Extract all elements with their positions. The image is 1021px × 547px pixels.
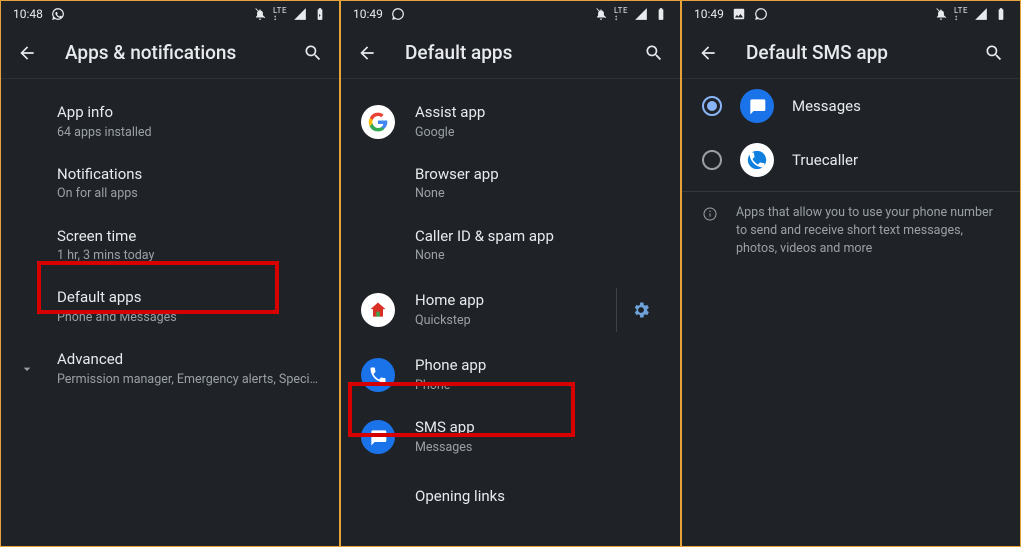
messages-icon xyxy=(740,89,774,123)
status-bar: 10:48 LTE↕ xyxy=(1,1,339,27)
pref-title: Caller ID & spam app xyxy=(415,227,664,247)
pref-summary: None xyxy=(415,186,664,202)
pref-summary: Quickstep xyxy=(415,313,616,329)
status-time: 10:48 xyxy=(13,7,43,21)
chevron-down-icon xyxy=(19,361,35,377)
option-label: Truecaller xyxy=(792,151,858,169)
pref-title: SMS app xyxy=(415,418,664,438)
status-time: 10:49 xyxy=(694,7,724,21)
dnd-icon xyxy=(253,7,267,21)
radio-option-truecaller[interactable]: Truecaller xyxy=(682,133,1020,187)
signal-icon xyxy=(634,7,648,21)
app-bar: Default SMS app xyxy=(682,27,1020,79)
app-bar: Default apps xyxy=(341,27,680,79)
pref-summary: On for all apps xyxy=(57,186,323,202)
search-button[interactable] xyxy=(982,41,1006,65)
battery-icon xyxy=(313,7,327,21)
page-title: Default SMS app xyxy=(746,41,982,64)
info-icon xyxy=(702,204,718,258)
radio-selected-icon xyxy=(702,96,722,116)
battery-icon xyxy=(994,7,1008,21)
pref-summary: Phone and Messages xyxy=(57,310,323,326)
search-button[interactable] xyxy=(301,41,325,65)
pref-summary: 64 apps installed xyxy=(57,125,323,141)
whatsapp-icon xyxy=(391,7,405,21)
back-button[interactable] xyxy=(15,41,39,65)
settings-gear-button[interactable] xyxy=(616,288,664,332)
pref-summary: Google xyxy=(415,125,664,141)
home-icon xyxy=(361,293,395,327)
pref-opening-links[interactable]: Opening links xyxy=(341,468,680,526)
pref-phone-app[interactable]: Phone app Phone xyxy=(341,344,680,406)
pref-screen-time[interactable]: Screen time1 hr, 3 mins today xyxy=(1,215,339,277)
screen-default-sms-app: 10:49 LTE↕ Default SMS app Messages xyxy=(681,0,1021,547)
pref-sms-app[interactable]: SMS app Messages xyxy=(341,406,680,468)
option-label: Messages xyxy=(792,97,861,115)
back-button[interactable] xyxy=(355,41,379,65)
signal-icon xyxy=(974,7,988,21)
pref-title: Screen time xyxy=(57,227,323,247)
back-button[interactable] xyxy=(696,41,720,65)
whatsapp-icon xyxy=(51,7,65,21)
status-bar: 10:49 LTE↕ xyxy=(341,1,680,27)
pref-caller-id-app[interactable]: Caller ID & spam appNone xyxy=(341,215,680,277)
image-icon xyxy=(732,7,746,21)
pref-summary: Messages xyxy=(415,440,664,456)
pref-assist-app[interactable]: Assist app Google xyxy=(341,91,680,153)
pref-title: Advanced xyxy=(57,350,323,370)
lte-icon: LTE↕ xyxy=(614,7,628,21)
pref-summary: 1 hr, 3 mins today xyxy=(57,248,323,264)
lte-icon: LTE↕ xyxy=(273,7,287,21)
pref-app-info[interactable]: App info 64 apps installed xyxy=(1,91,339,153)
phone-icon xyxy=(361,358,395,392)
signal-icon xyxy=(293,7,307,21)
screen-default-apps: 10:49 LTE↕ Default apps Assist app Google xyxy=(340,0,681,547)
radio-unselected-icon xyxy=(702,150,722,170)
pref-title: Phone app xyxy=(415,356,664,376)
google-icon xyxy=(361,105,395,139)
pref-title: App info xyxy=(57,103,323,123)
pref-title: Default apps xyxy=(57,288,323,308)
pref-title: Notifications xyxy=(57,165,323,185)
pref-title: Assist app xyxy=(415,103,664,123)
pref-title: Browser app xyxy=(415,165,664,185)
app-bar: Apps & notifications xyxy=(1,27,339,79)
page-title: Default apps xyxy=(405,41,642,64)
whatsapp-icon xyxy=(754,7,768,21)
pref-summary: Permission manager, Emergency alerts, Sp… xyxy=(57,372,323,388)
pref-home-app[interactable]: Home app Quickstep xyxy=(341,276,680,344)
pref-title: Home app xyxy=(415,291,616,311)
battery-icon xyxy=(654,7,668,21)
dnd-icon xyxy=(594,7,608,21)
screen-apps-notifications: 10:48 LTE↕ Apps & notifications App info… xyxy=(0,0,340,547)
page-title: Apps & notifications xyxy=(65,41,301,64)
lte-icon: LTE↕ xyxy=(954,7,968,21)
search-button[interactable] xyxy=(642,41,666,65)
truecaller-icon xyxy=(740,143,774,177)
pref-browser-app[interactable]: Browser appNone xyxy=(341,153,680,215)
status-time: 10:49 xyxy=(353,7,383,21)
info-footer: Apps that allow you to use your phone nu… xyxy=(682,191,1020,270)
dnd-icon xyxy=(934,7,948,21)
radio-option-messages[interactable]: Messages xyxy=(682,79,1020,133)
pref-notifications[interactable]: NotificationsOn for all apps xyxy=(1,153,339,215)
status-bar: 10:49 LTE↕ xyxy=(682,1,1020,27)
pref-title: Opening links xyxy=(415,487,664,507)
info-text: Apps that allow you to use your phone nu… xyxy=(736,204,1004,258)
pref-default-apps[interactable]: Default apps Phone and Messages xyxy=(1,276,339,338)
pref-summary: Phone xyxy=(415,378,664,394)
messages-icon xyxy=(361,420,395,454)
pref-advanced[interactable]: Advanced Permission manager, Emergency al… xyxy=(1,338,339,400)
pref-summary: None xyxy=(415,248,664,264)
